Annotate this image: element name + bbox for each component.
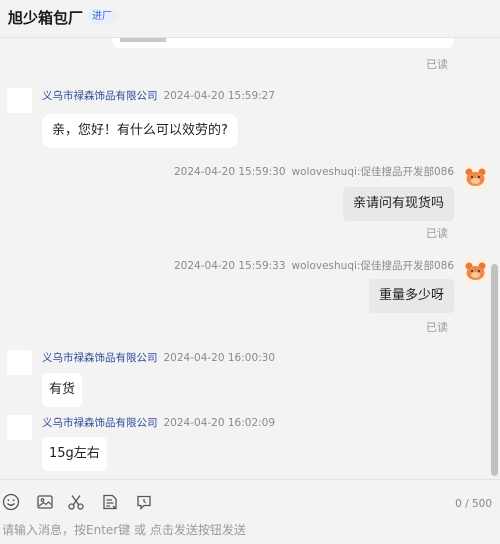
message-bubble: 亲，您好！有什么可以效劳的? (42, 114, 238, 148)
message-time: 2024-04-20 16:00:30 (163, 352, 276, 364)
shop-name[interactable]: 旭少箱包厂 (8, 7, 83, 28)
composer: 0 / 500 (0, 479, 500, 544)
sender-name[interactable]: 义乌市禄森饰品有限公司 (42, 352, 158, 364)
bear-avatar-icon (465, 262, 486, 280)
avatar[interactable] (7, 415, 32, 440)
message-text-partial: 有现 (418, 38, 444, 41)
message-sender: 2024-04-20 15:59:33 woloveshuqi:促佳搜品开发部08… (174, 258, 454, 273)
avatar[interactable] (7, 88, 32, 113)
sender-name: woloveshuqi:促佳搜品开发部086 (291, 166, 454, 178)
message-sender: 义乌市禄森饰品有限公司 2024-04-20 15:59:27 (42, 88, 275, 103)
product-image-thumbnail[interactable] (120, 38, 166, 42)
avatar[interactable] (7, 350, 32, 375)
message-sender: 义乌市禄森饰品有限公司 2024-04-20 16:02:09 (42, 415, 275, 430)
emoji-icon[interactable] (2, 493, 20, 511)
read-receipt: 已读 (426, 227, 448, 240)
avatar[interactable] (463, 258, 488, 283)
message-input[interactable] (2, 523, 482, 537)
message-sender: 2024-04-20 15:59:30 woloveshuqi:促佳搜品开发部08… (174, 164, 454, 179)
chat-header: 旭少箱包厂 进厂 (0, 0, 500, 38)
bear-avatar-icon (465, 168, 486, 186)
message-time: 2024-04-20 16:02:09 (163, 417, 276, 429)
avatar[interactable] (463, 164, 488, 189)
message-bubble: 有货 (42, 373, 83, 407)
scissors-icon[interactable] (67, 493, 85, 511)
sender-name[interactable]: 义乌市禄森饰品有限公司 (42, 417, 158, 429)
character-counter: 0 / 500 (455, 498, 492, 510)
document-icon[interactable] (101, 493, 119, 511)
message-time: 2024-04-20 15:59:27 (163, 90, 276, 102)
history-icon[interactable] (135, 493, 153, 511)
message-bubble-partial: 有现 (112, 38, 454, 48)
message-sender: 义乌市禄森饰品有限公司 2024-04-20 16:00:30 (42, 350, 275, 365)
sender-name[interactable]: 义乌市禄森饰品有限公司 (42, 90, 158, 102)
sender-name: woloveshuqi:促佳搜品开发部086 (291, 260, 454, 272)
message-time: 2024-04-20 15:59:33 (174, 260, 286, 272)
read-receipt: 已读 (426, 321, 448, 334)
message-bubble: 亲请问有现货吗 (342, 187, 454, 221)
read-receipt: 已读 (426, 58, 448, 71)
message-bubble: 重量多少呀 (368, 279, 454, 313)
message-time: 2024-04-20 15:59:30 (174, 166, 286, 178)
enter-shop-badge[interactable]: 进厂 (87, 9, 117, 24)
image-icon[interactable] (36, 493, 54, 511)
message-list[interactable]: 有现 已读 义乌市禄森饰品有限公司 2024-04-20 15:59:27 亲，您… (0, 38, 500, 479)
scrollbar-thumb[interactable] (491, 264, 498, 476)
message-bubble: 15g左右 (42, 437, 107, 471)
